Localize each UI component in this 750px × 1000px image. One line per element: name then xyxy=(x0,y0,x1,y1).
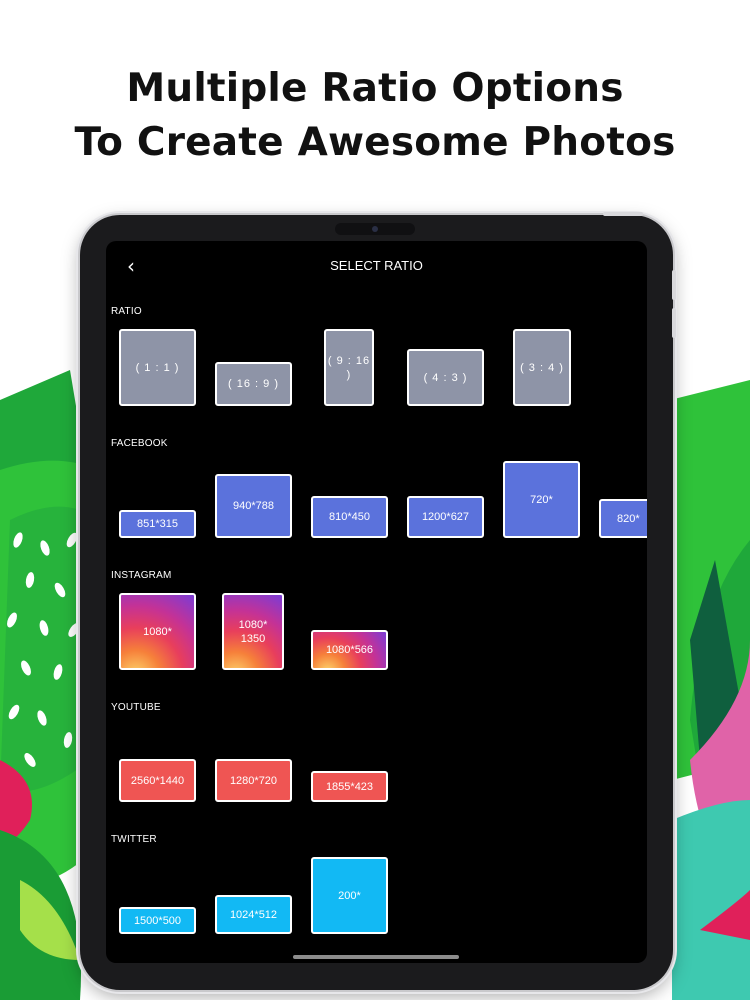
twitter-tile-1024x512[interactable]: 1024*512 xyxy=(215,895,292,934)
page-title: SELECT RATIO xyxy=(330,258,423,273)
facebook-tile-810x450[interactable]: 810*450 xyxy=(311,496,388,538)
instagram-tile-1080x1350[interactable]: 1080* 1350 xyxy=(222,593,284,670)
ratio-tile-3-4[interactable]: ( 3 : 4 ) xyxy=(513,329,571,406)
camera-bar xyxy=(335,223,415,235)
facebook-tile-940x788[interactable]: 940*788 xyxy=(215,474,292,538)
headline-line-2: To Create Awesome Photos xyxy=(74,120,676,165)
instagram-tile-1080x566[interactable]: 1080*566 xyxy=(311,630,388,670)
ratio-tile-1-1[interactable]: ( 1 : 1 ) xyxy=(119,329,196,406)
twitter-tile-1500x500[interactable]: 1500*500 xyxy=(119,907,196,934)
app-screen: ‹ SELECT RATIO RATIO ( 1 : 1 ) ( 16 : 9 … xyxy=(106,241,647,963)
section-label-youtube: YOUTUBE xyxy=(111,702,161,713)
facebook-tile-1200x627[interactable]: 1200*627 xyxy=(407,496,484,538)
youtube-tile-1855x423[interactable]: 1855*423 xyxy=(311,771,388,802)
facebook-tile-720[interactable]: 720* xyxy=(503,461,580,538)
side-button-volume-up xyxy=(672,270,676,300)
youtube-tile-2560x1440[interactable]: 2560*1440 xyxy=(119,759,196,802)
facebook-tile-820[interactable]: 820* xyxy=(599,499,647,538)
home-indicator[interactable] xyxy=(293,955,459,959)
section-label-ratio: RATIO xyxy=(111,306,142,317)
section-label-instagram: INSTAGRAM xyxy=(111,570,172,581)
twitter-tile-200[interactable]: 200* xyxy=(311,857,388,934)
facebook-tile-851x315[interactable]: 851*315 xyxy=(119,510,196,538)
section-label-twitter: TWITTER xyxy=(111,834,157,845)
headline: Multiple Ratio Options To Create Awesome… xyxy=(0,62,750,170)
ratio-tile-16-9[interactable]: ( 16 : 9 ) xyxy=(215,362,292,406)
camera-lens-icon xyxy=(372,226,378,232)
youtube-tile-1280x720[interactable]: 1280*720 xyxy=(215,759,292,802)
section-label-facebook: FACEBOOK xyxy=(111,438,168,449)
instagram-tile-1080[interactable]: 1080* xyxy=(119,593,196,670)
ratio-tile-4-3[interactable]: ( 4 : 3 ) xyxy=(407,349,484,406)
headline-line-1: Multiple Ratio Options xyxy=(126,66,624,111)
side-button-top xyxy=(603,212,643,216)
side-button-volume-down xyxy=(672,308,676,338)
ratio-tile-9-16[interactable]: ( 9 : 16 ) xyxy=(324,329,374,406)
